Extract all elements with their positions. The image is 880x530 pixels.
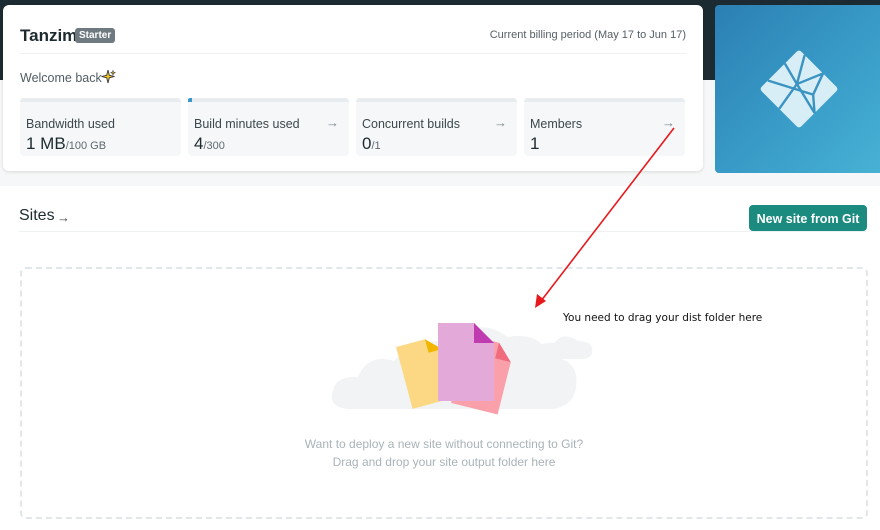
annotation-arrow [535, 127, 675, 308]
annotation-text: You need to drag your dist folder here [563, 312, 763, 324]
